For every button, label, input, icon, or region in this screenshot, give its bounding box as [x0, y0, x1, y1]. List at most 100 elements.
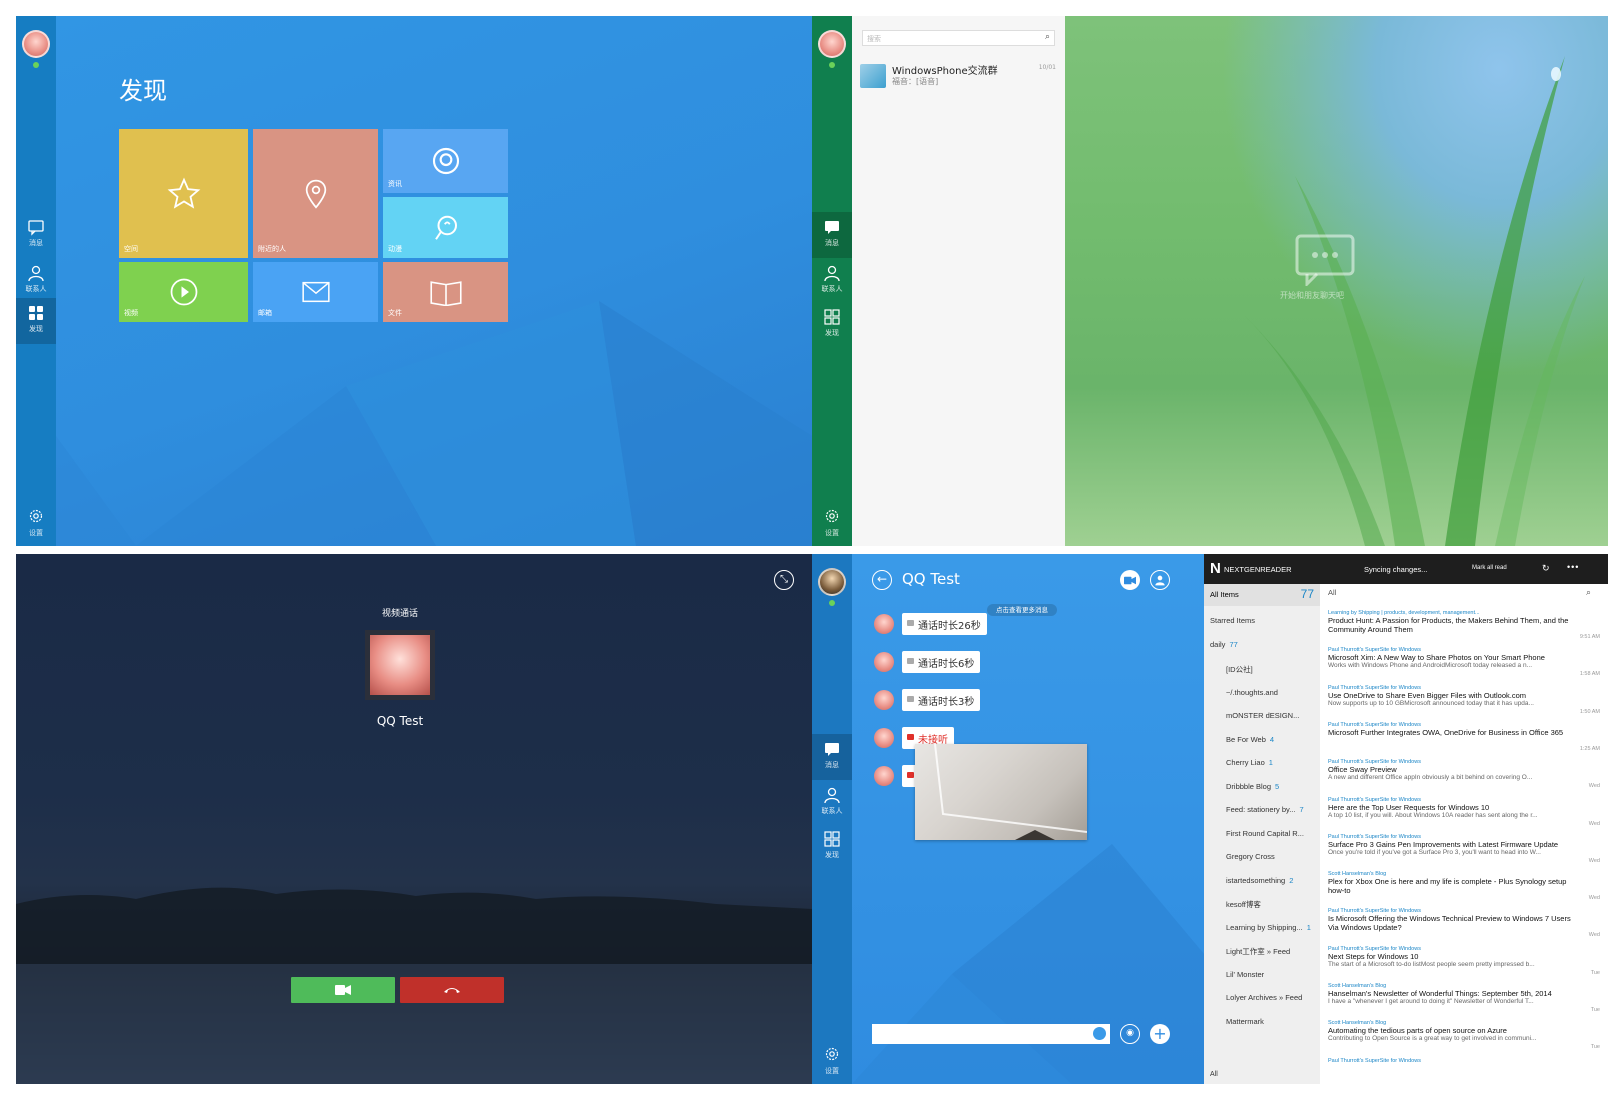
emoji-icon[interactable] [1093, 1027, 1106, 1040]
feed-item[interactable]: Feed: stationery by... 7 [1226, 805, 1304, 814]
settings-button[interactable]: 设置 [16, 508, 56, 538]
tile-files[interactable]: 文件 [383, 262, 508, 322]
nav-discover[interactable]: 发现 [16, 298, 56, 344]
mark-all-read-button[interactable]: Mark all read [1472, 565, 1507, 571]
gear-icon [825, 1047, 839, 1061]
tile-qzone[interactable]: 空间 [119, 129, 248, 258]
feed-name: Dribbble Blog [1226, 781, 1272, 791]
tile-label: 视频 [124, 309, 138, 317]
article-title: Plex for Xbox One is here and my life is… [1328, 877, 1567, 896]
article-time: Wed [1588, 820, 1600, 827]
article-item[interactable]: Scott Hanselman's Blog Plex for Xbox One … [1328, 871, 1600, 907]
tile-mail[interactable]: 邮箱 [253, 262, 378, 322]
chat-background: 开始和朋友聊天吧 [1065, 16, 1608, 546]
user-avatar[interactable] [818, 30, 846, 58]
feed-item[interactable]: Lolyer Archives » Feed [1226, 993, 1306, 1002]
article-item[interactable]: Learning by Shipping | products, develop… [1328, 610, 1600, 646]
call-record-bubble[interactable]: 通话时长3秒 [902, 689, 981, 711]
tile-comics[interactable]: 动漫 [383, 197, 508, 258]
call-record-bubble[interactable]: 通话时长26秒 [902, 613, 987, 635]
search-icon[interactable]: ⌕ [1586, 587, 1591, 598]
qq-logo-icon [432, 147, 459, 175]
more-icon[interactable]: ••• [1567, 562, 1579, 572]
feed-item[interactable]: Dribbble Blog 5 [1226, 782, 1279, 791]
minimize-icon[interactable]: ⤡ [774, 570, 794, 590]
feed-item[interactable]: First Round Capital R... [1226, 829, 1308, 838]
nav-contacts[interactable]: 联系人 [812, 780, 852, 826]
tile-video[interactable]: 视频 [119, 262, 248, 322]
article-item[interactable]: Paul Thurrott's SuperSite for Windows Off… [1328, 759, 1600, 795]
nav-messages[interactable]: 消息 [16, 212, 56, 258]
feed-item[interactable]: Gregory Cross [1226, 852, 1279, 861]
user-avatar[interactable] [818, 568, 846, 596]
article-title: Use OneDrive to Share Even Bigger Files … [1328, 690, 1526, 700]
all-items-label: All Items [1210, 590, 1239, 599]
voice-icon[interactable]: ◉ [1120, 1024, 1140, 1044]
article-item[interactable]: Paul Thurrott's SuperSite for Windows Her… [1328, 797, 1600, 833]
article-snippet: I have a "whenever I get around to doing… [1328, 998, 1534, 1005]
article-item[interactable]: Paul Thurrott's SuperSite for Windows Sur… [1328, 834, 1600, 870]
article-item[interactable]: Paul Thurrott's SuperSite for Windows Mic… [1328, 722, 1600, 758]
nav-label: 发现 [825, 851, 839, 859]
article-time: Wed [1588, 857, 1600, 864]
call-record-bubble[interactable]: 通话时长6秒 [902, 651, 981, 673]
nav-discover[interactable]: 发现 [812, 302, 852, 348]
feed-item[interactable]: mONSTER dESIGN... [1226, 711, 1303, 720]
feed-item[interactable]: Learning by Shipping... 1 [1226, 923, 1311, 932]
article-title [1328, 1064, 1578, 1082]
settings-button[interactable]: 设置 [812, 508, 852, 538]
article-item[interactable]: Scott Hanselman's Blog Automating the ted… [1328, 1020, 1600, 1056]
accept-video-button[interactable] [291, 977, 395, 1003]
article-time: Tue [1590, 1044, 1600, 1051]
discover-screen: 消息 联系人 发现 设置 发现 空间 附近的人 资讯 动漫 视频 邮箱 文件 [16, 16, 812, 546]
feed-item[interactable]: Light工作室 » Feed [1226, 946, 1294, 957]
tile-news[interactable]: 资讯 [383, 129, 508, 193]
add-icon[interactable]: + [1150, 1024, 1170, 1044]
settings-button[interactable]: 设置 [812, 1046, 852, 1076]
feed-item[interactable]: [ID公社] [1226, 664, 1257, 675]
nav-messages[interactable]: 消息 [812, 734, 852, 780]
folder-daily[interactable]: daily 77 [1210, 640, 1238, 649]
starred-items[interactable]: Starred Items [1210, 616, 1255, 625]
nav-contacts[interactable]: 联系人 [812, 258, 852, 304]
nav-discover[interactable]: 发现 [812, 824, 852, 870]
nav-label: 消息 [825, 239, 839, 247]
profile-button[interactable] [1150, 570, 1170, 590]
article-item[interactable]: Paul Thurrott's SuperSite for Windows [1328, 1058, 1600, 1084]
all-items-row[interactable]: All Items 77 [1204, 584, 1320, 606]
article-item[interactable]: Paul Thurrott's SuperSite for Windows Use… [1328, 685, 1600, 721]
user-avatar[interactable] [22, 30, 50, 58]
feed-count: 7 [1299, 805, 1304, 814]
feed-name: Be For Web [1226, 734, 1266, 744]
search-icon[interactable]: ⌕ [1045, 32, 1050, 42]
message-input[interactable] [872, 1024, 1110, 1044]
article-item[interactable]: Paul Thurrott's SuperSite for Windows Mic… [1328, 647, 1600, 683]
feed-item[interactable]: istartedsomething 2 [1226, 876, 1293, 885]
tile-label: 空间 [124, 245, 138, 253]
load-more-button[interactable]: 点击查看更多消息 [987, 604, 1057, 616]
article-item[interactable]: Scott Hanselman's Blog Hanselman's Newsle… [1328, 983, 1600, 1019]
feed-item[interactable]: ~/.thoughts.and [1226, 688, 1282, 697]
feed-item[interactable]: kesoff博客 [1226, 899, 1265, 910]
nav-messages[interactable]: 消息 [812, 212, 852, 258]
feed-item[interactable]: Mattermark [1226, 1017, 1268, 1026]
feed-item[interactable]: Be For Web 4 [1226, 735, 1274, 744]
feed-item[interactable]: Cherry Liao 1 [1226, 758, 1273, 767]
article-item[interactable]: Paul Thurrott's SuperSite for Windows Nex… [1328, 946, 1600, 982]
feed-name: Mattermark [1226, 1016, 1264, 1026]
conversation-item[interactable]: WindowsPhone交流群 福音：[语音] 10/01 [860, 60, 1060, 90]
article-title: Office Sway Preview [1328, 765, 1397, 775]
messages-screen: 消息 联系人 发现 设置 搜索 ⌕ WindowsPhone交流群 福音：[语音… [812, 16, 1608, 546]
article-item[interactable]: Paul Thurrott's SuperSite for Windows Is … [1328, 908, 1600, 944]
decline-button[interactable] [400, 977, 504, 1003]
search-input[interactable]: 搜索 ⌕ [862, 30, 1055, 46]
caller-avatar [370, 635, 430, 695]
refresh-icon[interactable]: ↻ [1542, 563, 1550, 574]
video-call-button[interactable] [1120, 570, 1140, 590]
feed-item[interactable]: Lil' Monster [1226, 970, 1268, 979]
article-title: Microsoft Xim: A New Way to Share Photos… [1328, 653, 1545, 663]
bottom-filter[interactable]: All [1210, 1071, 1218, 1078]
tile-nearby[interactable]: 附近的人 [253, 129, 378, 258]
filter-dropdown[interactable]: All [1328, 588, 1336, 597]
back-arrow-icon[interactable]: ← [872, 570, 892, 590]
